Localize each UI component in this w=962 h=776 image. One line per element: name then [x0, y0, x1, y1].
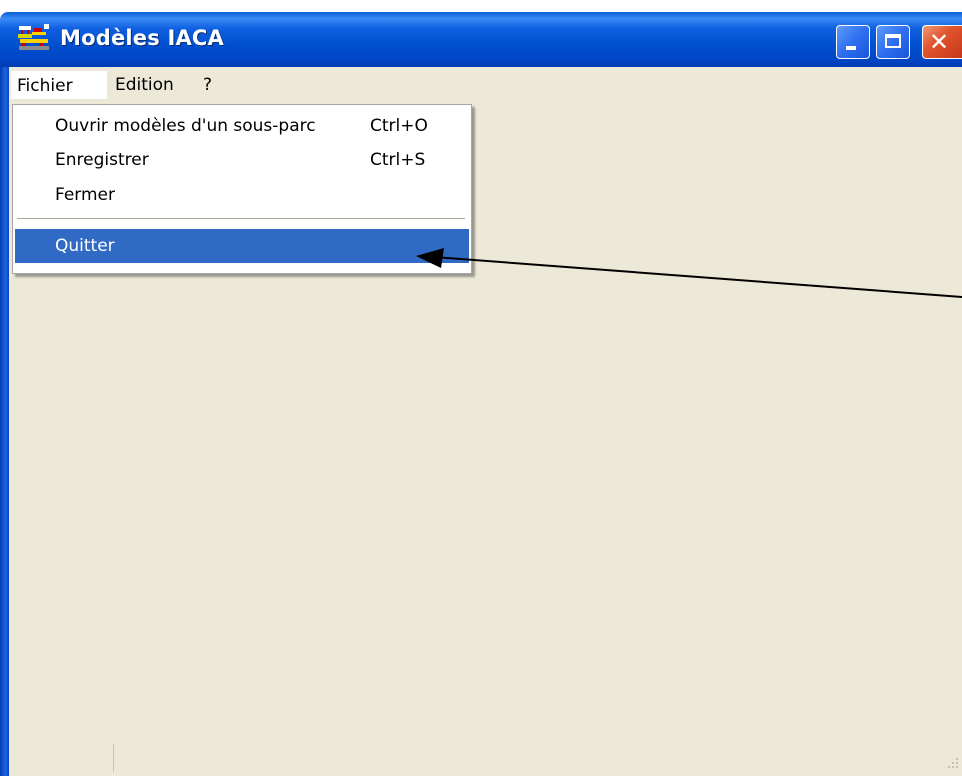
menu-item-label: Enregistrer [55, 150, 149, 170]
menu-item-shortcut: Ctrl+O [370, 116, 428, 136]
resize-grip-icon[interactable] [940, 750, 960, 772]
maximize-icon [885, 34, 901, 48]
close-icon: ✕ [929, 28, 950, 56]
menu-edition[interactable]: Edition [109, 71, 180, 99]
menu-item-quitter[interactable]: Quitter [15, 229, 469, 263]
menu-separator [17, 218, 465, 220]
menu-item-label: Quitter [55, 236, 115, 256]
title-bar[interactable]: Modèles IACA ✕ [0, 12, 962, 67]
menu-item-ouvrir[interactable]: Ouvrir modèles d'un sous-parc Ctrl+O [15, 109, 469, 143]
file-menu-dropdown: Ouvrir modèles d'un sous-parc Ctrl+O Enr… [12, 104, 472, 274]
maximize-button[interactable] [876, 25, 910, 59]
iaca-app-icon [18, 24, 49, 50]
status-bar-divider [113, 744, 114, 772]
minimize-icon [846, 46, 856, 50]
close-button[interactable]: ✕ [922, 25, 962, 59]
menu-item-label: Ouvrir modèles d'un sous-parc [55, 116, 316, 136]
menu-bar: Fichier Edition ? [9, 67, 962, 103]
menu-item-shortcut: Ctrl+S [370, 150, 426, 170]
window-title: Modèles IACA [60, 26, 224, 50]
menu-item-enregistrer[interactable]: Enregistrer Ctrl+S [15, 143, 469, 177]
menu-item-fermer[interactable]: Fermer [15, 178, 469, 212]
menu-help[interactable]: ? [197, 71, 218, 99]
window-frame-left [0, 67, 9, 776]
menu-fichier[interactable]: Fichier [11, 71, 107, 99]
minimize-button[interactable] [836, 25, 870, 59]
app-window: Modèles IACA ✕ Fichier Edition ? Ouvrir … [0, 0, 962, 776]
menu-item-label: Fermer [55, 185, 116, 205]
